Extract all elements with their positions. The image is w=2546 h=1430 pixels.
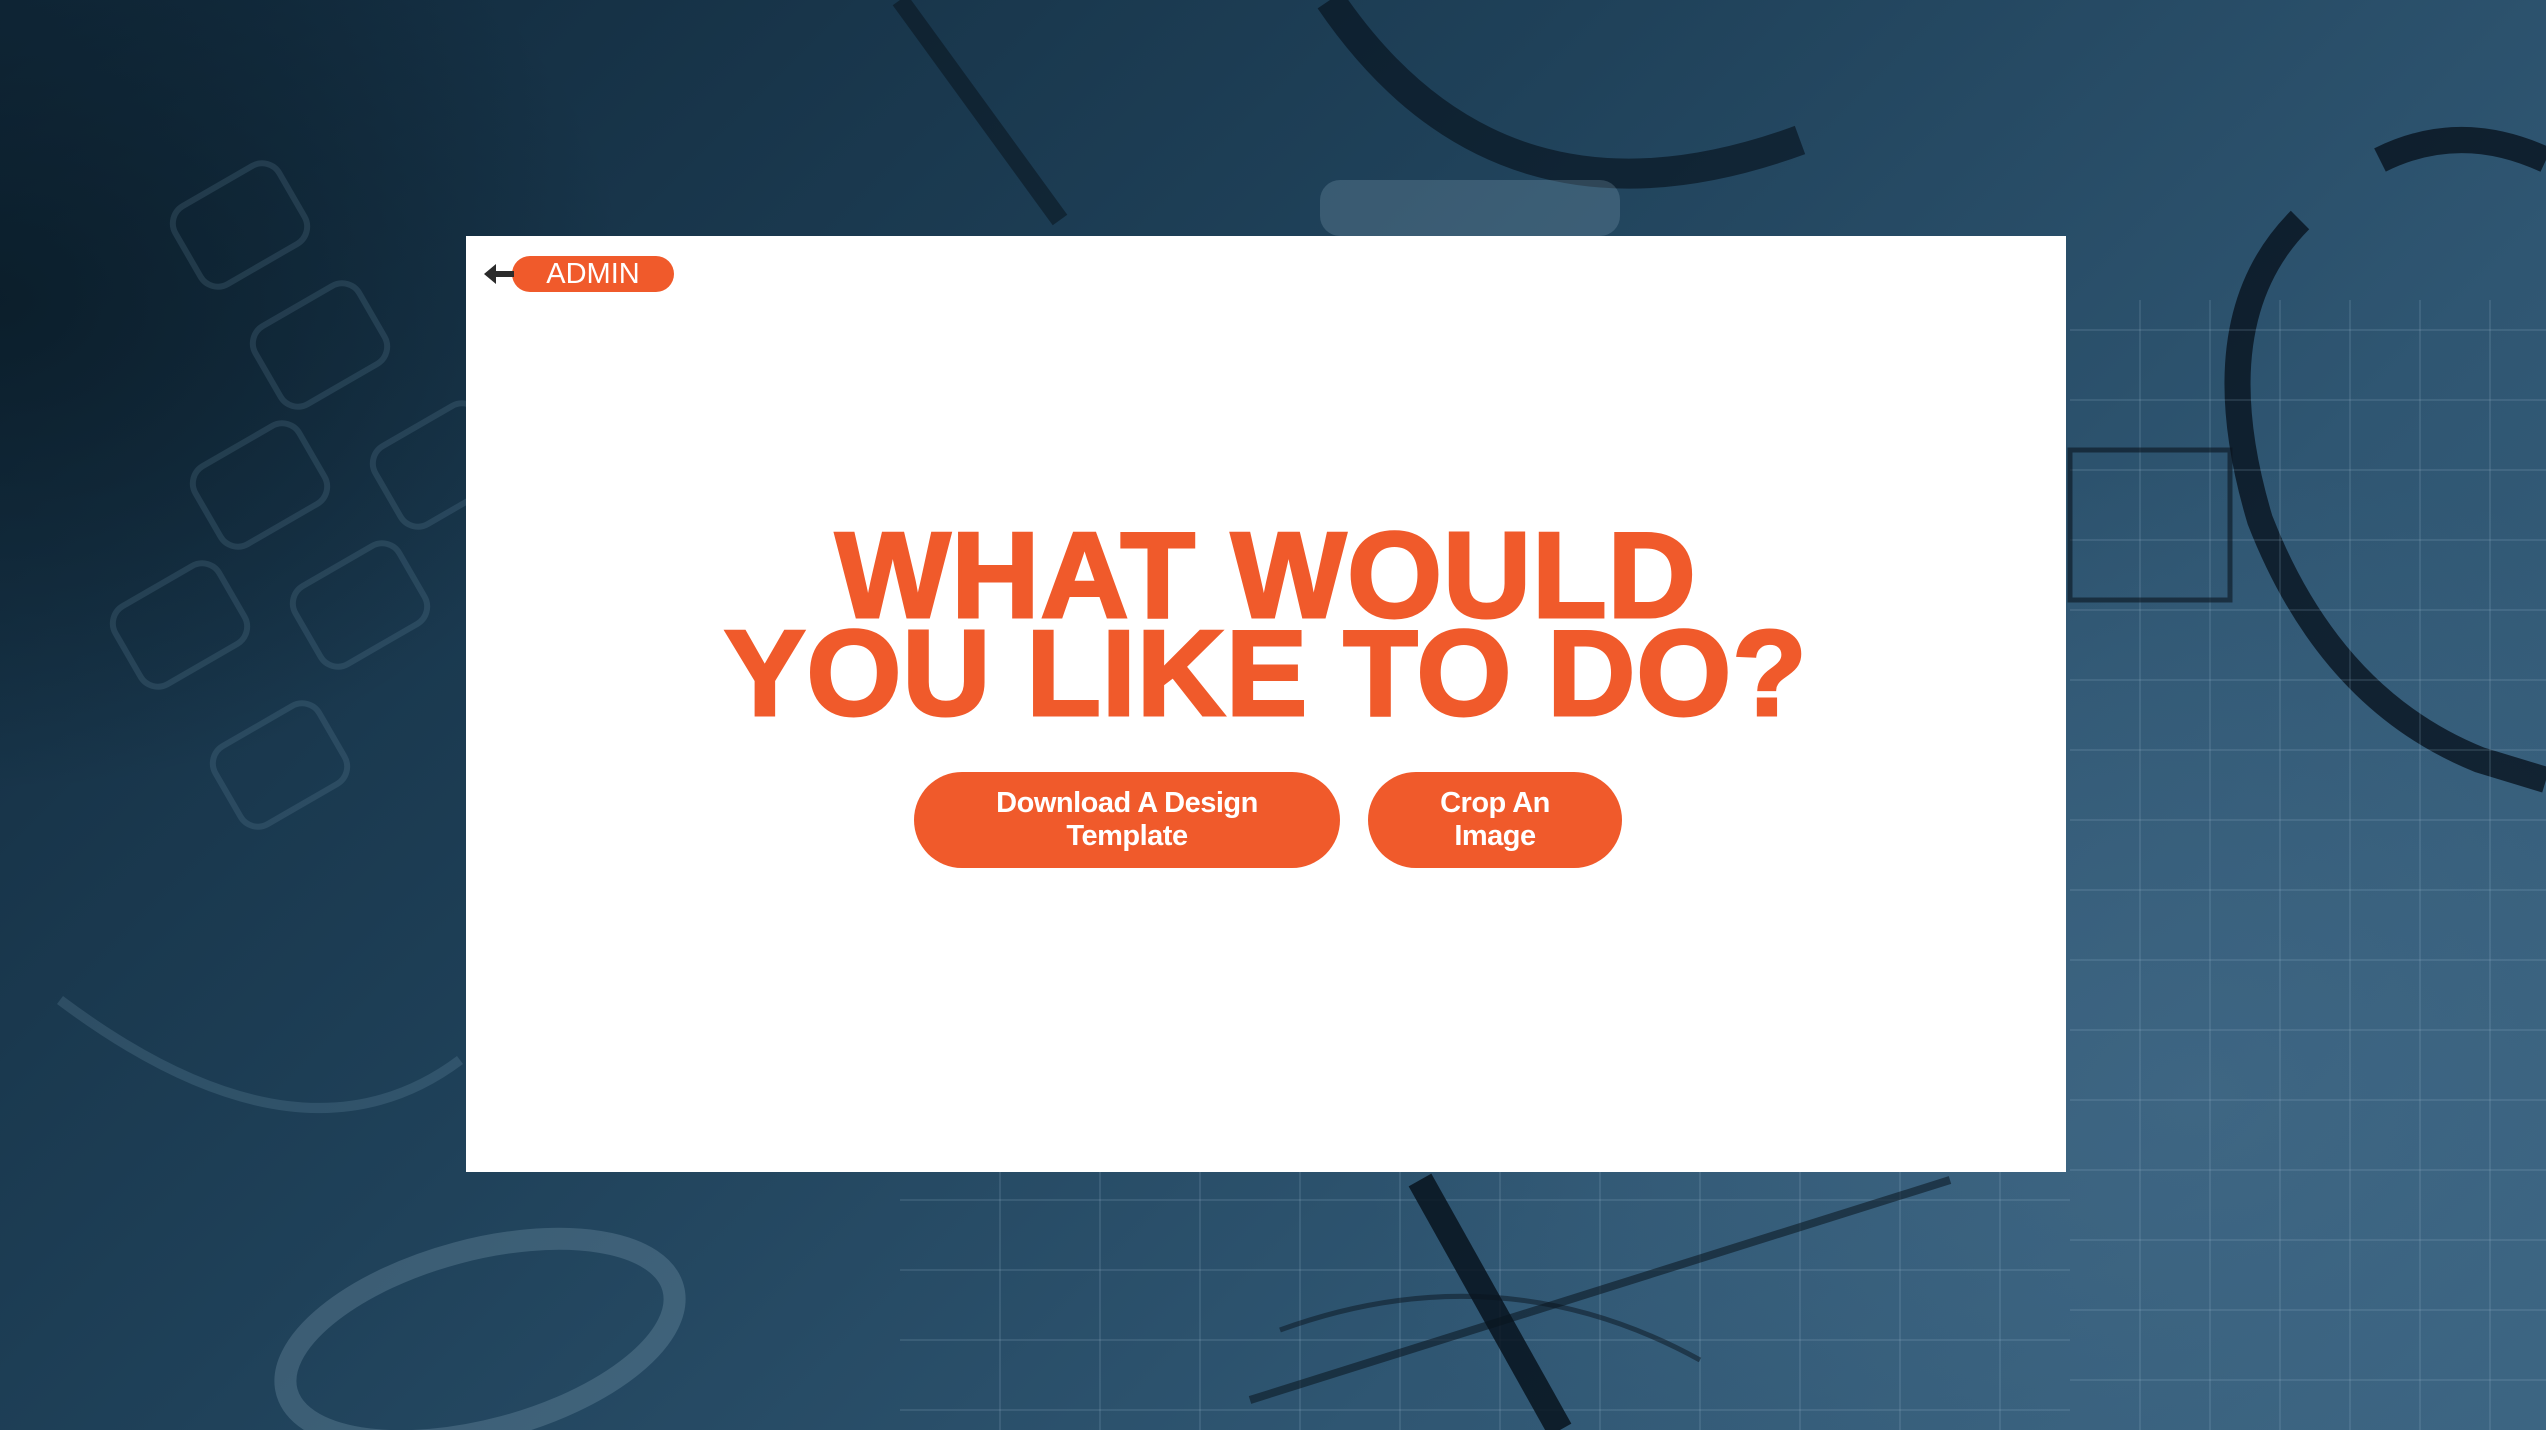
admin-back-link[interactable]: ADMIN bbox=[484, 256, 674, 292]
arrow-left-icon bbox=[484, 264, 514, 284]
admin-button[interactable]: ADMIN bbox=[512, 256, 674, 292]
crop-image-button[interactable]: Crop An Image bbox=[1368, 772, 1622, 868]
action-buttons: Download A Design Template Crop An Image bbox=[466, 772, 2066, 868]
action-dialog: ADMIN WHAT WOULD YOU LIKE TO DO? Downloa… bbox=[466, 236, 2066, 1172]
page-title: WHAT WOULD YOU LIKE TO DO? bbox=[466, 513, 2066, 741]
download-design-template-button[interactable]: Download A Design Template bbox=[914, 772, 1340, 868]
page-title-line-2: YOU LIKE TO DO? bbox=[723, 605, 1809, 741]
